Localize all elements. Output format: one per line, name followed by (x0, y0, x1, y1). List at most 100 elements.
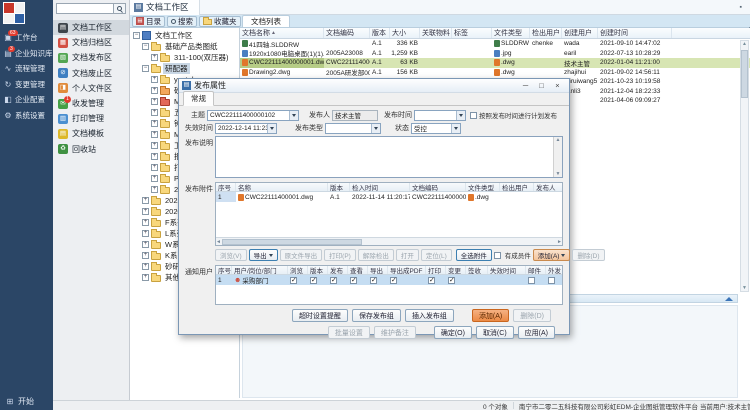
tab-directory[interactable]: ▤ 目录 (132, 16, 165, 27)
dialog-button[interactable]: 保存发布组 (352, 309, 401, 322)
external-checkbox[interactable] (548, 277, 555, 284)
permission-checkbox[interactable] (330, 277, 337, 284)
expand-icon[interactable]: + (151, 175, 158, 182)
collapse-icon[interactable]: − (133, 32, 140, 39)
dropdown-arrow-icon[interactable] (289, 111, 298, 120)
expand-icon[interactable]: + (151, 87, 158, 94)
add-attachment-button[interactable]: 添加(A) (533, 249, 571, 261)
module-nav-item[interactable]: ▥打印管理 (53, 111, 129, 126)
permission-checkbox[interactable] (310, 277, 317, 284)
publish-type-combo[interactable] (325, 123, 381, 134)
tree-node[interactable]: +311-100(双压器) (130, 52, 239, 63)
expand-icon[interactable]: + (151, 98, 158, 105)
tab-doc-workspace[interactable]: ▤ 文档工作区 (130, 0, 200, 15)
start-button[interactable]: ⊞ 开始 (0, 396, 53, 407)
doc-status-combo[interactable]: 受控 (411, 123, 461, 134)
tree-node[interactable]: −研配器 (130, 63, 239, 74)
textarea-scrollbar[interactable]: ▲▼ (553, 137, 562, 177)
expand-icon[interactable]: + (151, 54, 158, 61)
column-header[interactable]: 创建时间 (598, 28, 672, 38)
permission-checkbox[interactable] (370, 277, 377, 284)
module-nav-item[interactable]: ▧文档发布区 (53, 50, 129, 65)
minimize-button[interactable]: ─ (521, 81, 530, 90)
permission-checkbox[interactable] (350, 277, 357, 284)
expand-icon[interactable]: + (151, 76, 158, 83)
module-nav-item[interactable]: ✉1收发管理 (53, 96, 129, 111)
close-button[interactable]: × (553, 81, 562, 90)
sidebar-item[interactable]: ▣63工作台 (0, 30, 53, 46)
sidebar-item[interactable]: ▤3企业知识库 (0, 46, 53, 62)
search-input[interactable] (56, 3, 114, 14)
attachment-action-button[interactable]: 导出 (249, 249, 278, 261)
tab-general[interactable]: 常规 (183, 91, 214, 106)
permission-checkbox[interactable] (428, 277, 435, 284)
collapse-icon[interactable]: − (142, 43, 149, 50)
select-all-attachments-button[interactable]: 全选附件 (456, 249, 492, 261)
column-header[interactable]: 关联物料 (420, 28, 452, 38)
file-row[interactable]: CWC22111400000001.dwgCWC22111400000003A.… (240, 58, 750, 68)
expand-icon[interactable]: + (142, 230, 149, 237)
tree-node[interactable]: −文档工作区 (130, 30, 239, 41)
vertical-scrollbar[interactable]: ▲ ▼ (740, 40, 749, 292)
collapse-icon[interactable]: − (142, 65, 149, 72)
description-textarea[interactable]: ▲▼ (215, 136, 563, 178)
expand-icon[interactable]: + (151, 153, 158, 160)
column-header[interactable]: 标签 (452, 28, 492, 38)
expand-icon[interactable]: + (151, 109, 158, 116)
module-nav-item[interactable]: ▦文档归档区 (53, 35, 129, 50)
dialog-button[interactable]: 超时设置提醒 (292, 309, 348, 322)
dialog-button[interactable]: 插入发布组 (405, 309, 454, 322)
expire-combo[interactable]: 2022-12-14 11:23 (215, 123, 277, 134)
dialog-button[interactable]: 应用(A) (518, 326, 555, 339)
sidebar-item[interactable]: ∿流程管理 (0, 61, 53, 77)
dialog-titlebar[interactable]: ▤ 发布属性 ─ □ × (179, 79, 569, 93)
notify-user-row[interactable]: 1☻采购部门 (216, 275, 562, 285)
dropdown-arrow-icon[interactable] (371, 124, 380, 133)
permission-checkbox[interactable] (290, 277, 297, 284)
expand-icon[interactable]: + (142, 197, 149, 204)
dialog-button[interactable]: 添加(A) (472, 309, 509, 322)
column-header[interactable]: 创建用户 (562, 28, 598, 38)
file-row[interactable]: Drawing2.dwg2005A研发部00007A.1156 KB.dwgzh… (240, 68, 750, 78)
dialog-button[interactable]: 取消(C) (476, 326, 514, 339)
module-nav-item[interactable]: ▤文档工作区 (53, 20, 129, 35)
column-header[interactable]: 版本 (370, 28, 390, 38)
hscroll-thumb[interactable] (222, 239, 362, 245)
expand-icon[interactable]: + (151, 131, 158, 138)
expand-icon[interactable]: + (142, 241, 149, 248)
dialog-button[interactable]: 确定(O) (434, 326, 472, 339)
module-nav-item[interactable]: ♻回收站 (53, 142, 129, 157)
expand-icon[interactable]: + (151, 164, 158, 171)
expand-icon[interactable]: + (142, 274, 149, 281)
tree-node[interactable]: −基础产品类图纸 (130, 41, 239, 52)
tab-search[interactable]: 搜索 (167, 16, 197, 27)
dropdown-arrow-icon[interactable] (267, 124, 276, 133)
mail-checkbox[interactable] (528, 277, 535, 284)
expand-icon[interactable]: + (151, 186, 158, 193)
file-row[interactable]: 1920x1080电脑桌面(1)(1).jpg2005A23008A.11,25… (240, 49, 750, 59)
column-header[interactable]: 检出用户 (530, 28, 562, 38)
tab-file-list[interactable]: 文档列表 (242, 15, 290, 27)
dropdown-arrow-icon[interactable] (451, 124, 460, 133)
publish-time-combo[interactable] (414, 110, 466, 121)
expand-icon[interactable]: + (142, 208, 149, 215)
scrollbar-thumb[interactable] (741, 50, 748, 98)
expand-icon[interactable]: + (142, 252, 149, 259)
attachments-hscrollbar[interactable]: ◄► (216, 237, 562, 245)
column-header[interactable]: 文档编码 (324, 28, 370, 38)
pin-icon[interactable]: ▪ (740, 4, 742, 11)
module-nav-item[interactable]: ◨个人文件区 (53, 81, 129, 96)
sidebar-item[interactable]: ◧企业配置 (0, 92, 53, 108)
subject-combo[interactable]: CWC22111400000102 (207, 110, 299, 121)
sidebar-item[interactable]: ↻变更管理 (0, 77, 53, 93)
search-button[interactable] (114, 3, 126, 14)
attachment-row[interactable]: 1CWC22111400001.dwgA.12022-11-14 11:20:1… (216, 192, 562, 202)
permission-checkbox[interactable] (448, 277, 455, 284)
expand-icon[interactable]: + (142, 219, 149, 226)
permission-checkbox[interactable] (390, 277, 397, 284)
file-row[interactable]: 41四轴.SLDDRWA.1336 KBSLDDRWchenkewada2021… (240, 39, 750, 49)
member-checkbox[interactable] (494, 252, 501, 259)
dropdown-arrow-icon[interactable] (456, 111, 465, 120)
module-nav-item[interactable]: ⊘文档废止区 (53, 66, 129, 81)
tab-favorites[interactable]: 收藏夹 (199, 16, 241, 27)
